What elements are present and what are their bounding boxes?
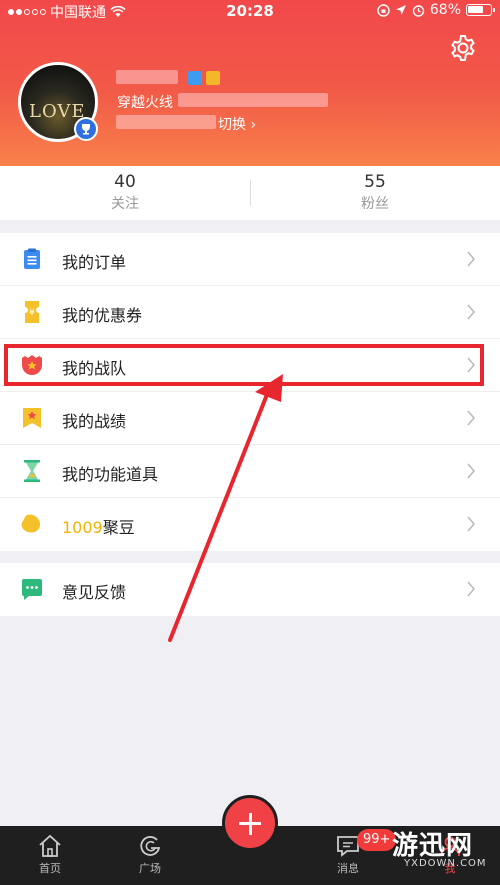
battery-percent: 68%	[429, 2, 461, 18]
bookmark-star-icon	[23, 408, 41, 428]
tab-home[interactable]: 首页	[20, 834, 80, 876]
chevron-right-icon	[467, 581, 476, 597]
chevron-right-icon	[467, 304, 476, 320]
menu-group-feedback: 意见反馈	[0, 563, 500, 616]
menu-label: 意见反馈	[62, 583, 127, 602]
menu-label: 我的战绩	[62, 412, 127, 431]
tab-label: 广场	[139, 862, 161, 875]
switch-account-link[interactable]: 切换 ›	[218, 114, 256, 134]
menu-label: 我的优惠券	[62, 306, 143, 325]
highlight-box-annotation	[4, 344, 484, 386]
rotation-lock-icon	[377, 3, 390, 17]
svg-text:¥: ¥	[29, 308, 35, 318]
blurred-account	[116, 115, 216, 129]
profile-header: 中国联通 20:28 68% LOVE 穿越火线 切换 ›	[0, 0, 500, 166]
menu-item-records[interactable]: 我的战绩	[0, 392, 500, 445]
tab-label: 消息	[337, 862, 359, 875]
home-icon	[39, 834, 61, 857]
followers-label: 粉丝	[361, 196, 389, 212]
trophy-badge-icon	[74, 117, 98, 141]
beans-count: 1009	[62, 518, 103, 537]
menu-group-main: 我的订单 ¥ 我的优惠券 我的战队 我的战绩 我的功能道具 1009聚豆	[0, 233, 500, 551]
following-count: 40	[114, 172, 136, 192]
menu-item-beans[interactable]: 1009聚豆	[0, 498, 500, 551]
alarm-icon	[412, 4, 425, 17]
status-bar: 中国联通 20:28 68%	[0, 0, 500, 22]
coupon-icon: ¥	[25, 301, 39, 323]
avatar-text: LOVE	[29, 101, 86, 122]
chevron-right-icon	[467, 251, 476, 267]
blurred-username	[116, 70, 178, 84]
bean-icon	[21, 514, 41, 533]
chevron-right-icon	[467, 410, 476, 426]
location-icon	[395, 5, 406, 15]
menu-item-feedback[interactable]: 意见反馈	[0, 563, 500, 616]
clipboard-icon	[24, 248, 40, 269]
battery-icon	[466, 4, 495, 16]
chat-bubble-icon	[22, 579, 42, 600]
following-label: 关注	[111, 196, 139, 212]
hourglass-icon	[24, 460, 40, 482]
tab-label: 首页	[39, 862, 61, 875]
followers-count: 55	[364, 172, 386, 192]
menu-item-coupons[interactable]: ¥ 我的优惠券	[0, 286, 500, 339]
chevron-right-icon	[467, 516, 476, 532]
stats-bar: 40 关注 55 粉丝	[0, 166, 500, 220]
menu-label: 我的功能道具	[62, 465, 159, 484]
blurred-info	[178, 93, 328, 107]
tab-square[interactable]: 广场	[120, 834, 180, 876]
followers-stat[interactable]: 55 粉丝	[250, 172, 500, 213]
level-badge-icon	[188, 71, 202, 85]
beans-suffix: 聚豆	[102, 518, 135, 537]
nickname: 穿越火线	[117, 95, 173, 111]
chevron-right-icon	[467, 463, 476, 479]
status-right: 68%	[377, 2, 495, 18]
settings-gear-icon[interactable]	[448, 33, 478, 63]
vip-badge-icon	[206, 71, 220, 85]
menu-item-orders[interactable]: 我的订单	[0, 233, 500, 286]
menu-label: 我的订单	[62, 253, 127, 272]
watermark-url: YXDOWN.COM	[404, 858, 487, 869]
menu-item-items[interactable]: 我的功能道具	[0, 445, 500, 498]
watermark-logo: 游迅网	[392, 831, 474, 861]
beans-label: 1009聚豆	[62, 514, 135, 538]
following-stat[interactable]: 40 关注	[0, 172, 250, 213]
create-post-button[interactable]	[222, 795, 278, 851]
square-g-icon	[140, 836, 161, 856]
message-count-badge: 99+	[357, 829, 397, 851]
